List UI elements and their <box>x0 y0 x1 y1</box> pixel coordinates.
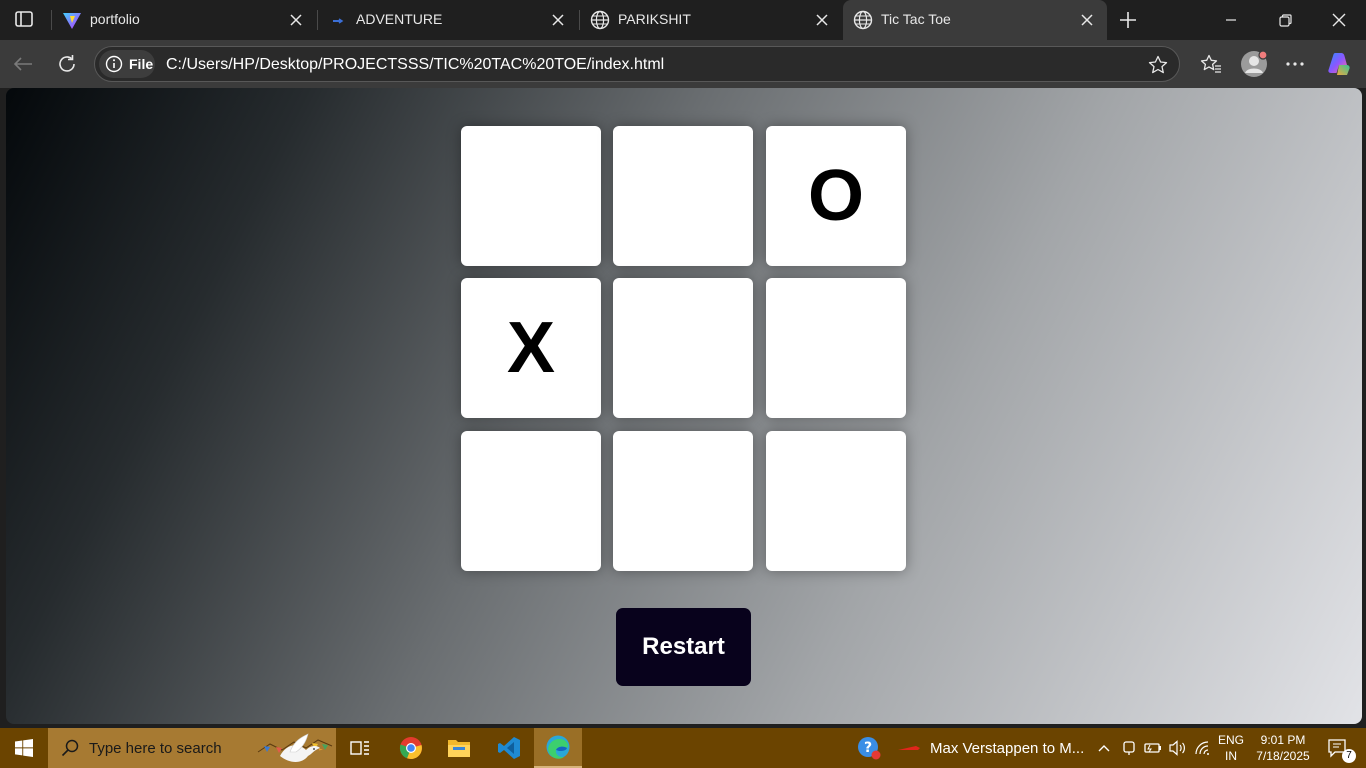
tab-portfolio[interactable]: portfolio <box>52 0 316 40</box>
help-icon[interactable]: ? <box>855 728 883 768</box>
address-bar[interactable]: File C:/Users/HP/Desktop/PROJECTSSS/TIC%… <box>94 46 1180 82</box>
globe-icon <box>590 10 610 30</box>
start-button[interactable] <box>0 728 48 768</box>
taskbar: Type here to search ? Max Verstappen to … <box>0 728 1366 768</box>
minimize-icon <box>1226 19 1236 21</box>
refresh-icon <box>59 55 75 72</box>
browser-toolbar: File C:/Users/HP/Desktop/PROJECTSSS/TIC%… <box>0 40 1366 88</box>
site-info-label: File <box>129 56 154 72</box>
battery-icon[interactable] <box>1142 728 1164 768</box>
taskbar-search-box[interactable]: Type here to search <box>48 728 336 768</box>
info-icon <box>105 55 123 73</box>
board-cell-7[interactable] <box>461 431 601 571</box>
language-label: ENG <box>1217 733 1244 747</box>
svg-text:?: ? <box>864 740 872 756</box>
page-viewport: O X Restart <box>6 88 1362 724</box>
board-cell-2[interactable] <box>613 126 753 266</box>
favorites-button[interactable] <box>1196 50 1226 78</box>
dove-illustration-icon <box>257 733 333 762</box>
clock-date: 7/18/2025 <box>1256 749 1310 763</box>
taskbar-file-explorer[interactable] <box>438 728 480 768</box>
taskbar-vscode[interactable] <box>488 728 530 768</box>
board-cell-1[interactable] <box>461 126 601 266</box>
edge-icon <box>546 735 570 759</box>
chrome-icon <box>399 737 422 760</box>
tab-title: PARIKSHIT <box>618 11 691 27</box>
chevron-up-icon <box>1098 745 1110 752</box>
tab-adventure[interactable]: ADVENTURE <box>318 0 578 40</box>
restart-button[interactable]: Restart <box>616 608 751 686</box>
tab-tic-tac-toe[interactable]: Tic Tac Toe <box>843 0 1107 40</box>
tab-title: portfolio <box>90 11 140 27</box>
profile-button[interactable] <box>1238 50 1270 78</box>
board-cell-3[interactable]: O <box>766 126 906 266</box>
tab-actions-button[interactable] <box>8 4 40 34</box>
restore-icon <box>1278 13 1292 27</box>
close-tab-icon[interactable] <box>1077 10 1097 30</box>
tab-parikshit[interactable]: PARIKSHIT <box>580 0 842 40</box>
minimize-button[interactable] <box>1205 0 1257 40</box>
globe-icon <box>853 10 873 30</box>
copilot-icon <box>1328 53 1350 75</box>
board-cell-5[interactable] <box>613 278 753 418</box>
star-icon <box>1148 55 1168 74</box>
url-text[interactable]: C:/Users/HP/Desktop/PROJECTSSS/TIC%20TAC… <box>166 56 664 74</box>
avatar-icon <box>1241 50 1268 77</box>
meet-now-icon[interactable] <box>1118 728 1140 768</box>
board-cell-4[interactable]: X <box>461 278 601 418</box>
game-board: O X <box>461 126 906 571</box>
notification-count-badge: 7 <box>1342 749 1356 763</box>
news-widget[interactable]: Max Verstappen to M... <box>896 728 1086 768</box>
vscode-icon <box>498 737 520 759</box>
close-tab-icon[interactable] <box>548 10 568 30</box>
settings-and-more-button[interactable] <box>1280 50 1310 78</box>
taskbar-edge[interactable] <box>534 728 582 768</box>
windows-logo-icon <box>15 739 33 757</box>
vite-logo-icon <box>62 10 82 30</box>
clock-time: 9:01 PM <box>1260 733 1306 747</box>
search-placeholder: Type here to search <box>89 739 222 757</box>
search-icon <box>61 739 79 757</box>
show-hidden-icons-button[interactable] <box>1094 728 1114 768</box>
close-tab-icon[interactable] <box>286 10 306 30</box>
close-window-button[interactable] <box>1313 0 1365 40</box>
refresh-button[interactable] <box>52 50 82 78</box>
tab-title: ADVENTURE <box>356 11 443 27</box>
restore-window-button[interactable] <box>1259 0 1311 40</box>
back-arrow-icon <box>13 57 32 71</box>
board-cell-8[interactable] <box>613 431 753 571</box>
plus-icon <box>1120 12 1136 28</box>
folder-icon <box>448 740 470 757</box>
volume-icon[interactable] <box>1166 728 1188 768</box>
language-indicator[interactable]: ENG IN <box>1214 732 1248 764</box>
site-info-button[interactable]: File <box>99 50 155 78</box>
network-icon[interactable] <box>1192 728 1214 768</box>
copilot-button[interactable] <box>1324 50 1354 78</box>
favorites-icon <box>1200 54 1221 73</box>
task-view-button[interactable] <box>340 728 380 768</box>
board-cell-6[interactable] <box>766 278 906 418</box>
tab-title: Tic Tac Toe <box>881 11 951 27</box>
board-cell-9[interactable] <box>766 431 906 571</box>
close-icon <box>1332 13 1346 27</box>
region-label: IN <box>1225 749 1237 763</box>
task-view-icon <box>350 741 369 755</box>
back-button[interactable] <box>8 50 38 78</box>
close-tab-icon[interactable] <box>812 10 832 30</box>
tab-actions-icon <box>15 11 33 27</box>
add-favorite-button[interactable] <box>1147 54 1169 76</box>
taskbar-chrome[interactable] <box>390 728 432 768</box>
new-tab-button[interactable] <box>1114 6 1142 34</box>
notifications-button[interactable]: 7 <box>1318 728 1358 768</box>
more-icon <box>1286 62 1304 66</box>
adventure-favicon-icon <box>328 10 348 30</box>
news-thumbnail-icon <box>898 746 920 750</box>
news-headline: Max Verstappen to M... <box>930 739 1085 757</box>
tab-strip: portfolio ADVENTURE PARIKSHIT Tic Tac To… <box>0 0 1366 40</box>
clock[interactable]: 9:01 PM 7/18/2025 <box>1250 732 1316 764</box>
